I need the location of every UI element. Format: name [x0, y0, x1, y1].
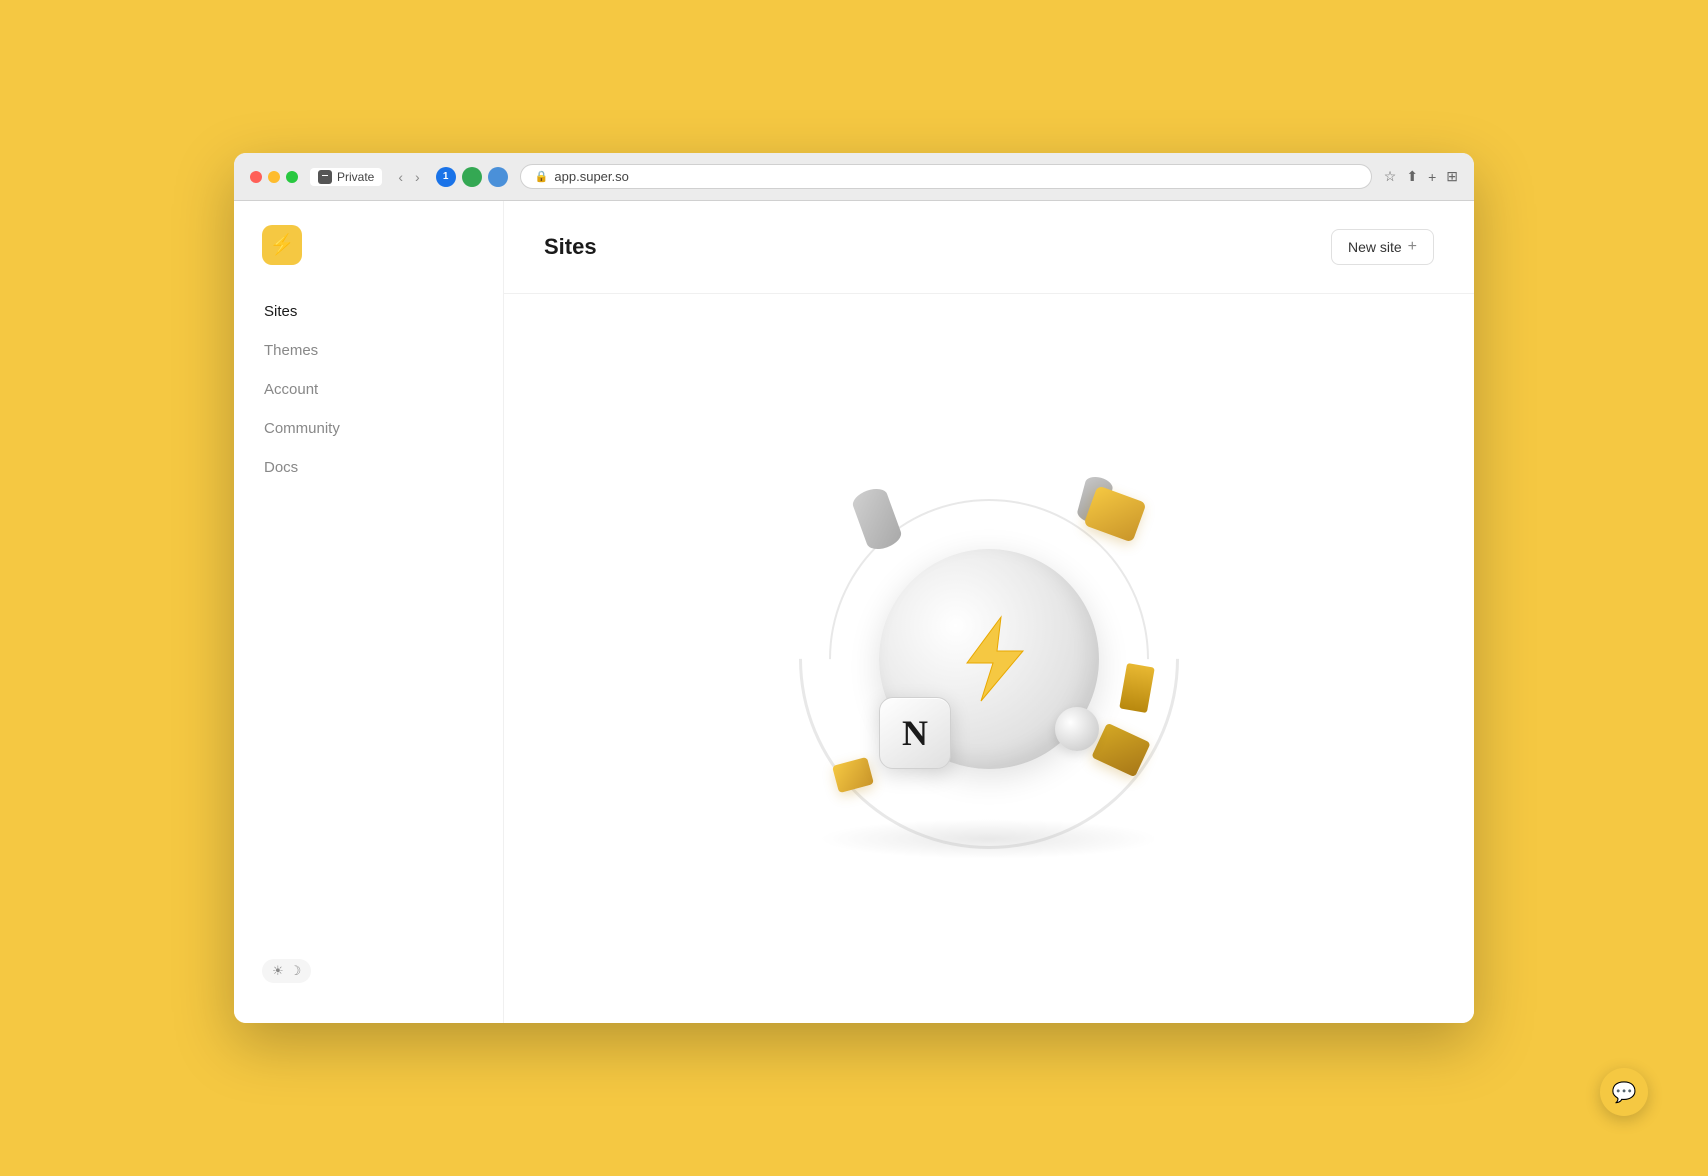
- shadow-ellipse: [819, 819, 1159, 859]
- new-site-button[interactable]: New site +: [1331, 229, 1434, 265]
- chat-icon: 💬: [1612, 1080, 1637, 1105]
- share-icon[interactable]: ⬆: [1406, 168, 1418, 185]
- notion-cube: N: [879, 697, 951, 769]
- nav-item-themes[interactable]: Themes: [254, 332, 483, 369]
- moon-icon: ☽: [290, 963, 302, 979]
- new-site-label: New site: [1348, 239, 1402, 255]
- browser-actions: ☆ ⬆ + ⊞: [1384, 168, 1458, 185]
- browser-extension-icons: 1: [436, 167, 508, 187]
- nav-item-docs[interactable]: Docs: [254, 449, 483, 486]
- maximize-button[interactable]: [286, 171, 298, 183]
- address-bar[interactable]: 🔒 app.super.so: [520, 164, 1372, 189]
- bookmark-icon[interactable]: ☆: [1384, 168, 1397, 185]
- close-button[interactable]: [250, 171, 262, 183]
- back-button[interactable]: ‹: [394, 167, 407, 187]
- hero-area: N: [504, 294, 1474, 1023]
- url-text: app.super.so: [554, 169, 628, 184]
- page-header: Sites New site +: [504, 201, 1474, 294]
- lock-icon: 🔒: [535, 170, 549, 183]
- extension-1-icon[interactable]: 1: [436, 167, 456, 187]
- nav-items: Sites Themes Account Community Docs: [234, 293, 503, 943]
- logo-area: ⚡: [234, 225, 503, 293]
- extension-2-icon[interactable]: [462, 167, 482, 187]
- main-content: Sites New site +: [504, 201, 1474, 1023]
- nav-item-community[interactable]: Community: [254, 410, 483, 447]
- private-badge: Private: [310, 168, 382, 186]
- forward-button[interactable]: ›: [411, 167, 424, 187]
- app-body: ⚡ Sites Themes Account Community Docs ☀ …: [234, 201, 1474, 1023]
- chat-bubble-button[interactable]: 💬: [1600, 1068, 1648, 1116]
- private-label: Private: [337, 170, 374, 184]
- browser-window: Private ‹ › 1 🔒 app.super.so ☆ ⬆ + ⊞: [234, 153, 1474, 1023]
- browser-nav: ‹ ›: [394, 167, 423, 187]
- sidebar: ⚡ Sites Themes Account Community Docs ☀ …: [234, 201, 504, 1023]
- sidebar-bottom: ☀ ☽: [234, 943, 503, 999]
- sun-icon: ☀: [272, 963, 284, 979]
- logo-bolt-icon: ⚡: [270, 235, 295, 255]
- new-tab-icon[interactable]: +: [1428, 169, 1436, 185]
- small-sphere-shape: [1055, 707, 1099, 751]
- bolt-svg-icon: [949, 609, 1029, 709]
- extension-3-icon[interactable]: [488, 167, 508, 187]
- page-title: Sites: [544, 234, 597, 260]
- tabs-icon[interactable]: ⊞: [1446, 168, 1458, 185]
- nav-item-sites[interactable]: Sites: [254, 293, 483, 330]
- notion-n-icon: N: [902, 715, 928, 751]
- illustration: N: [779, 449, 1199, 869]
- plus-icon: +: [1408, 238, 1417, 256]
- nav-item-account[interactable]: Account: [254, 371, 483, 408]
- minimize-button[interactable]: [268, 171, 280, 183]
- logo-icon: ⚡: [262, 225, 302, 265]
- browser-chrome: Private ‹ › 1 🔒 app.super.so ☆ ⬆ + ⊞: [234, 153, 1474, 201]
- traffic-lights: [250, 171, 298, 183]
- theme-toggle[interactable]: ☀ ☽: [262, 959, 311, 983]
- tab-icon: [318, 170, 332, 184]
